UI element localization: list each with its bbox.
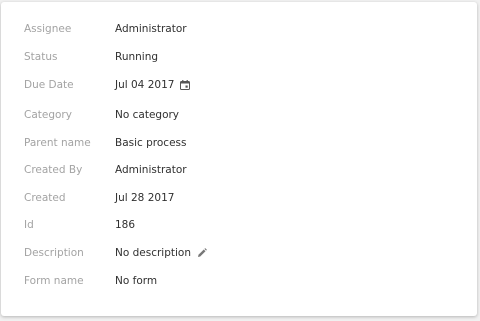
detail-row-created: Created Jul 28 2017	[1, 188, 477, 208]
calendar-icon[interactable]	[180, 80, 191, 90]
category-label: Category	[24, 109, 72, 121]
due-date-value[interactable]: Jul 04 2017	[115, 79, 191, 91]
created-by-label: Created By	[24, 164, 83, 176]
created-by-value: Administrator	[115, 164, 187, 176]
created-value: Jul 28 2017	[115, 192, 175, 204]
description-value[interactable]: No description	[115, 247, 207, 259]
detail-row-parent-name: Parent name Basic process	[1, 133, 477, 153]
detail-row-id: Id 186	[1, 215, 477, 235]
status-label: Status	[24, 51, 58, 63]
id-label: Id	[24, 219, 34, 231]
detail-row-created-by: Created By Administrator	[1, 160, 477, 180]
created-label: Created	[24, 192, 66, 204]
detail-row-assignee: Assignee Administrator	[1, 19, 477, 39]
due-date-value-text: Jul 04 2017	[115, 79, 175, 91]
assignee-value-text: Administrator	[115, 23, 187, 35]
form-name-value: No form	[115, 275, 158, 287]
pencil-icon[interactable]	[197, 248, 207, 258]
detail-row-due-date: Due Date Jul 04 2017	[1, 75, 477, 95]
task-details-card: Assignee Administrator Status Running Du…	[1, 2, 477, 316]
assignee-label: Assignee	[24, 23, 72, 35]
assignee-value[interactable]: Administrator	[115, 23, 187, 35]
status-value: Running	[115, 51, 159, 63]
id-value: 186	[115, 219, 136, 231]
due-date-label: Due Date	[24, 79, 74, 91]
parent-name-label: Parent name	[24, 137, 91, 149]
detail-row-category: Category No category	[1, 105, 477, 125]
detail-row-form-name: Form name No form	[1, 271, 477, 291]
form-name-label: Form name	[24, 275, 84, 287]
description-label: Description	[24, 247, 84, 259]
category-value: No category	[115, 109, 180, 121]
description-value-text: No description	[115, 247, 191, 259]
detail-row-description: Description No description	[1, 243, 477, 263]
detail-row-status: Status Running	[1, 47, 477, 67]
parent-name-value: Basic process	[115, 137, 187, 149]
